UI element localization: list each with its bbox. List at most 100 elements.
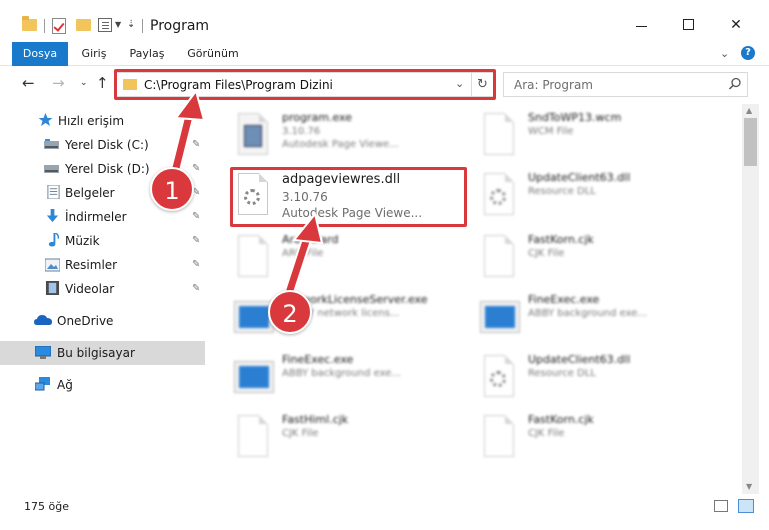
ribbon-tabs: Dosya Giriş Paylaş Görünüm ⌄ ? [0,42,769,66]
documents-icon [47,185,60,199]
window-title: Program [150,18,210,34]
toolbar-separator [142,19,143,33]
sidebar-item-label: Bu bilgisayar [57,346,135,360]
pin-icon[interactable]: ✎ [192,163,200,174]
file-item[interactable]: SndToWP13.wcm WCM File [480,108,720,166]
sidebar-item-label: Yerel Disk (D:) [65,162,150,176]
forward-arrow-icon[interactable]: → [52,74,65,92]
file-name: FineExec.exe [528,293,600,306]
file-type: CJK File [528,248,565,259]
expand-ribbon-icon[interactable]: ⌄ [720,47,729,60]
sidebar-item-videos[interactable]: Videolar ✎ [0,277,205,301]
details-view-icon[interactable] [714,500,728,512]
sidebar-item-this-pc[interactable]: Bu bilgisayar [0,341,205,365]
pin-icon[interactable]: ✎ [192,211,200,222]
properties-check-icon[interactable] [52,18,66,34]
file-name: SndToWP13.wcm [528,111,622,124]
pin-icon[interactable]: ✎ [192,235,200,246]
large-icons-view-icon[interactable] [738,499,754,513]
file-type: Resource DLL [528,368,596,379]
file-item[interactable]: UpdateClient63.dll Resource DLL [480,168,720,226]
vertical-scrollbar[interactable]: ▲ ▼ [742,104,759,494]
customize-quick-access-icon[interactable]: ⇣ [127,19,135,30]
document-file-icon [234,235,270,279]
file-name: FastKorn.cjk [528,413,594,426]
sidebar-item-label: Videolar [65,282,115,296]
properties-list-icon[interactable] [98,18,112,32]
help-icon[interactable]: ? [741,46,755,60]
search-box[interactable]: Ara: Program [503,72,748,97]
file-item[interactable]: program.exe 3.10.76 Autodesk Page Viewe.… [234,108,474,166]
item-count: 175 öğe [24,500,69,513]
file-item[interactable]: FastKorn.cjk CJK File [480,230,720,288]
sidebar-item-label: İndirmeler [65,210,127,224]
file-type: CJK File [282,428,319,439]
file-item[interactable]: FastKorn.cjk CJK File [480,410,720,468]
file-item[interactable]: FineExec.exe ABBY background exe... [480,290,720,348]
tab-home[interactable]: Giriş [72,42,116,66]
sidebar-item-local-disk-c[interactable]: Yerel Disk (C:) ✎ [0,133,205,157]
drive-icon [44,165,59,173]
file-description: ABBY background exe... [528,308,647,319]
pin-icon[interactable]: ✎ [192,259,200,270]
sidebar-item-pictures[interactable]: Resimler ✎ [0,253,205,277]
search-input[interactable]: Ara: Program [514,78,593,92]
pin-icon[interactable]: ✎ [192,283,200,294]
minimize-icon [636,26,647,27]
application-window-icon [234,355,274,399]
application-window-icon [480,295,520,339]
network-icon [35,377,50,391]
videos-icon [45,281,60,295]
tab-view[interactable]: Görünüm [182,42,244,66]
up-arrow-icon[interactable]: ↑ [96,74,109,92]
sidebar-item-label: Ağ [57,378,73,392]
file-item[interactable]: FineExec.exe ABBY background exe... [234,350,474,408]
file-version: 3.10.76 [282,126,321,137]
tab-file[interactable]: Dosya [12,42,68,66]
pictures-icon [45,258,60,272]
sidebar-item-quick-access[interactable]: Hızlı erişim [0,109,205,133]
star-icon [38,113,53,126]
tab-share[interactable]: Paylaş [122,42,172,66]
computer-icon [35,346,51,359]
file-type: ARD File [282,248,324,259]
file-type: CJK File [528,428,565,439]
dll-file-icon [480,355,516,399]
new-folder-icon[interactable] [76,19,91,31]
pin-icon[interactable]: ✎ [192,139,200,150]
sidebar-item-network[interactable]: Ağ [0,373,205,397]
file-name: UpdateClient63.dll [528,171,631,184]
title-bar: ▼ ⇣ Program ✕ [0,0,769,40]
sidebar-item-label: Resimler [65,258,118,272]
close-button[interactable]: ✕ [713,10,759,40]
file-item[interactable]: FastHiml.cjk CJK File [234,410,474,468]
sidebar-item-label: Müzik [65,234,100,248]
cloud-icon [34,315,52,325]
folder-icon[interactable] [22,16,37,31]
sidebar-item-onedrive[interactable]: OneDrive [0,309,205,333]
chevron-down-icon[interactable]: ▼ [115,20,121,29]
recent-locations-chevron-icon[interactable]: ⌄ [80,78,88,88]
file-description: ABBY background exe... [282,368,401,379]
file-item[interactable]: Arabic.ard ARD File [234,230,474,288]
file-name: program.exe [282,111,352,124]
back-arrow-icon[interactable]: ← [22,74,35,92]
search-icon[interactable] [727,76,743,92]
file-item[interactable]: UpdateClient63.dll Resource DLL [480,350,720,408]
sidebar-item-music[interactable]: Müzik ✎ [0,229,205,253]
document-file-icon [480,415,516,459]
file-type: WCM File [528,126,574,137]
file-description: Autodesk Page Viewe... [282,139,399,150]
scrollbar-thumb[interactable] [744,118,757,166]
file-name: FineExec.exe [282,353,354,366]
file-name: Arabic.ard [282,233,339,246]
scroll-down-icon[interactable]: ▼ [746,482,752,491]
document-file-icon [480,113,516,157]
sidebar-item-label: Belgeler [65,186,115,200]
minimize-button[interactable] [619,10,665,40]
file-name: FastHiml.cjk [282,413,349,426]
maximize-button[interactable] [666,10,712,40]
scroll-up-icon[interactable]: ▲ [746,106,752,115]
drive-icon [44,139,59,149]
step-badge-2: 2 [268,290,312,334]
